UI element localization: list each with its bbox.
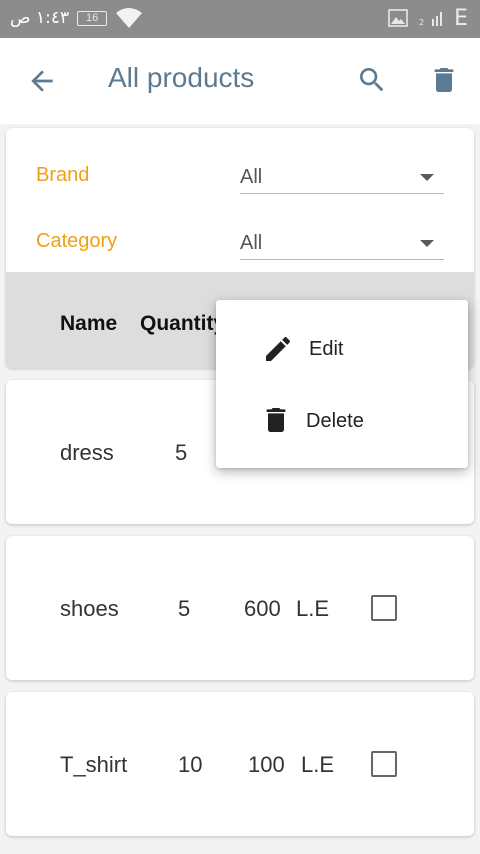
category-selected-value: All	[240, 232, 263, 254]
image-notification-icon	[388, 9, 408, 27]
category-label: Category	[36, 230, 118, 252]
search-icon[interactable]	[356, 64, 388, 96]
dropdown-arrow-icon	[420, 174, 434, 181]
table-row[interactable]: shoes 5 600 L.E	[6, 536, 474, 680]
product-currency: L.E	[296, 596, 330, 621]
dropdown-arrow-icon	[420, 240, 434, 247]
product-price: 600	[244, 596, 281, 621]
trash-icon[interactable]	[428, 63, 460, 97]
product-name: shoes	[60, 596, 119, 621]
status-right: 2 E	[388, 4, 468, 32]
brand-label: Brand	[36, 164, 90, 186]
column-header-name: Name	[60, 312, 118, 335]
product-name: dress	[60, 440, 114, 465]
status-time: ١:٤٣ ص	[10, 8, 70, 28]
product-quantity: 5	[175, 440, 188, 465]
menu-item-edit[interactable]: Edit	[216, 314, 468, 384]
brand-selected-value: All	[240, 166, 263, 188]
arrow-back-icon[interactable]	[26, 65, 58, 97]
wifi-icon	[116, 8, 143, 28]
battery-icon: 16	[77, 10, 108, 26]
menu-item-label: Delete	[306, 410, 364, 432]
category-dropdown[interactable]: All	[240, 226, 444, 260]
context-menu: Edit Delete	[216, 300, 468, 468]
category-filter-row: Category All	[6, 218, 474, 268]
product-name: T_shirt	[60, 752, 128, 777]
status-bar: ١:٤٣ ص 16 2 E	[0, 0, 480, 38]
table-row[interactable]: T_shirt 10 100 L.E	[6, 692, 474, 836]
menu-item-label: Edit	[309, 338, 344, 360]
row-checkbox[interactable]	[371, 751, 397, 777]
page-title: All products	[108, 62, 255, 93]
svg-text:2: 2	[419, 18, 424, 27]
brand-filter-row: Brand All	[6, 152, 474, 202]
status-left: ١:٤٣ ص 16	[10, 6, 143, 30]
menu-item-delete[interactable]: Delete	[216, 386, 468, 456]
product-quantity: 5	[178, 596, 191, 621]
app-bar: All products	[0, 38, 480, 124]
product-quantity: 10	[178, 752, 203, 777]
network-type: E	[454, 5, 468, 31]
trash-icon	[266, 408, 286, 432]
pencil-icon	[266, 336, 291, 361]
signal-icon: 2	[419, 12, 443, 27]
column-header-quantity: Quantity	[140, 312, 226, 335]
row-checkbox[interactable]	[371, 595, 397, 621]
brand-dropdown[interactable]: All	[240, 160, 444, 194]
product-currency: L.E	[301, 752, 335, 777]
product-price: 100	[248, 752, 285, 777]
